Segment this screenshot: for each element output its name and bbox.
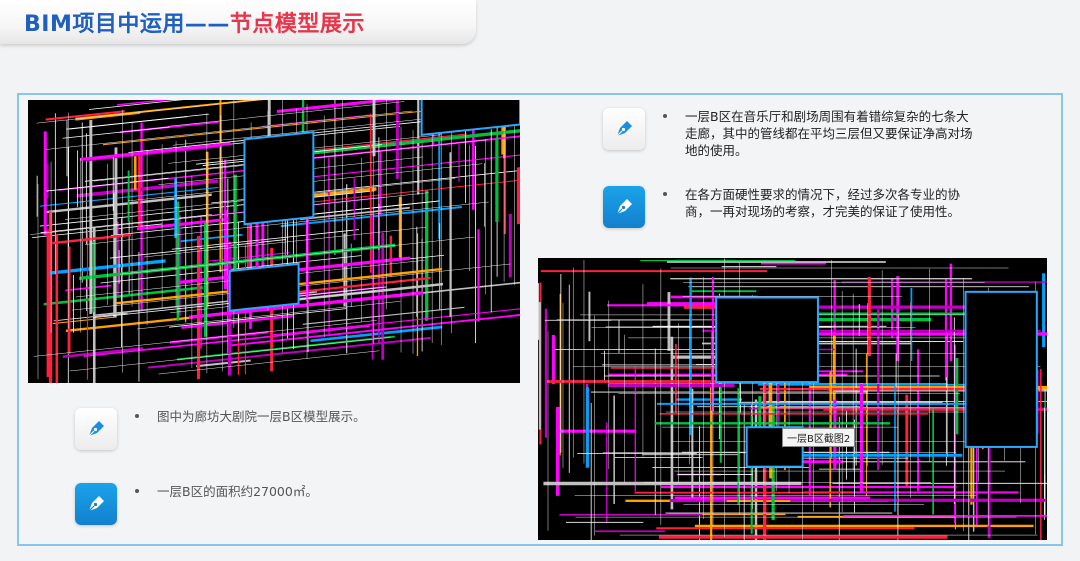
bim-model-screenshot-1 [28,100,520,383]
pen-icon [603,108,645,150]
bullet-dot [135,489,139,493]
bim-model-screenshot-2 [538,258,1047,540]
title-part-blue: BIM项目中运用—— [24,12,230,37]
page-title: BIM项目中运用——节点模型展示 [24,6,365,38]
title-bar: BIM项目中运用——节点模型展示 [0,0,476,44]
bullet-dot [135,414,139,418]
list-item: 一层B区在音乐厅和剧场周围有着错综复杂的七条大走廊，其中的管线都在平均三层但又要… [603,108,981,159]
bullet-text: 图中为廊坊大剧院一层B区模型展示。 [157,409,366,424]
list-item: 一层B区的面积约27000㎡。 [75,483,417,525]
bullet-dot [663,192,667,196]
bullet-dot [663,114,667,118]
pen-icon [75,483,117,525]
bullet-text: 在各方面硬性要求的情况下，经过多次各专业的协商，一再对现场的考察，才完美的保证了… [685,187,961,219]
screenshot-callout-label: 一层B区截图2 [782,428,856,447]
pen-icon [75,408,117,450]
bullet-text: 一层B区的面积约27000㎡。 [157,484,318,499]
list-item: 在各方面硬性要求的情况下，经过多次各专业的协商，一再对现场的考察，才完美的保证了… [603,186,981,228]
title-part-red: 节点模型展示 [229,12,365,37]
list-item: 图中为廊坊大剧院一层B区模型展示。 [75,408,417,450]
pen-icon [603,186,645,228]
bullet-text: 一层B区在音乐厅和剧场周围有着错综复杂的七条大走廊，其中的管线都在平均三层但又要… [685,109,973,158]
